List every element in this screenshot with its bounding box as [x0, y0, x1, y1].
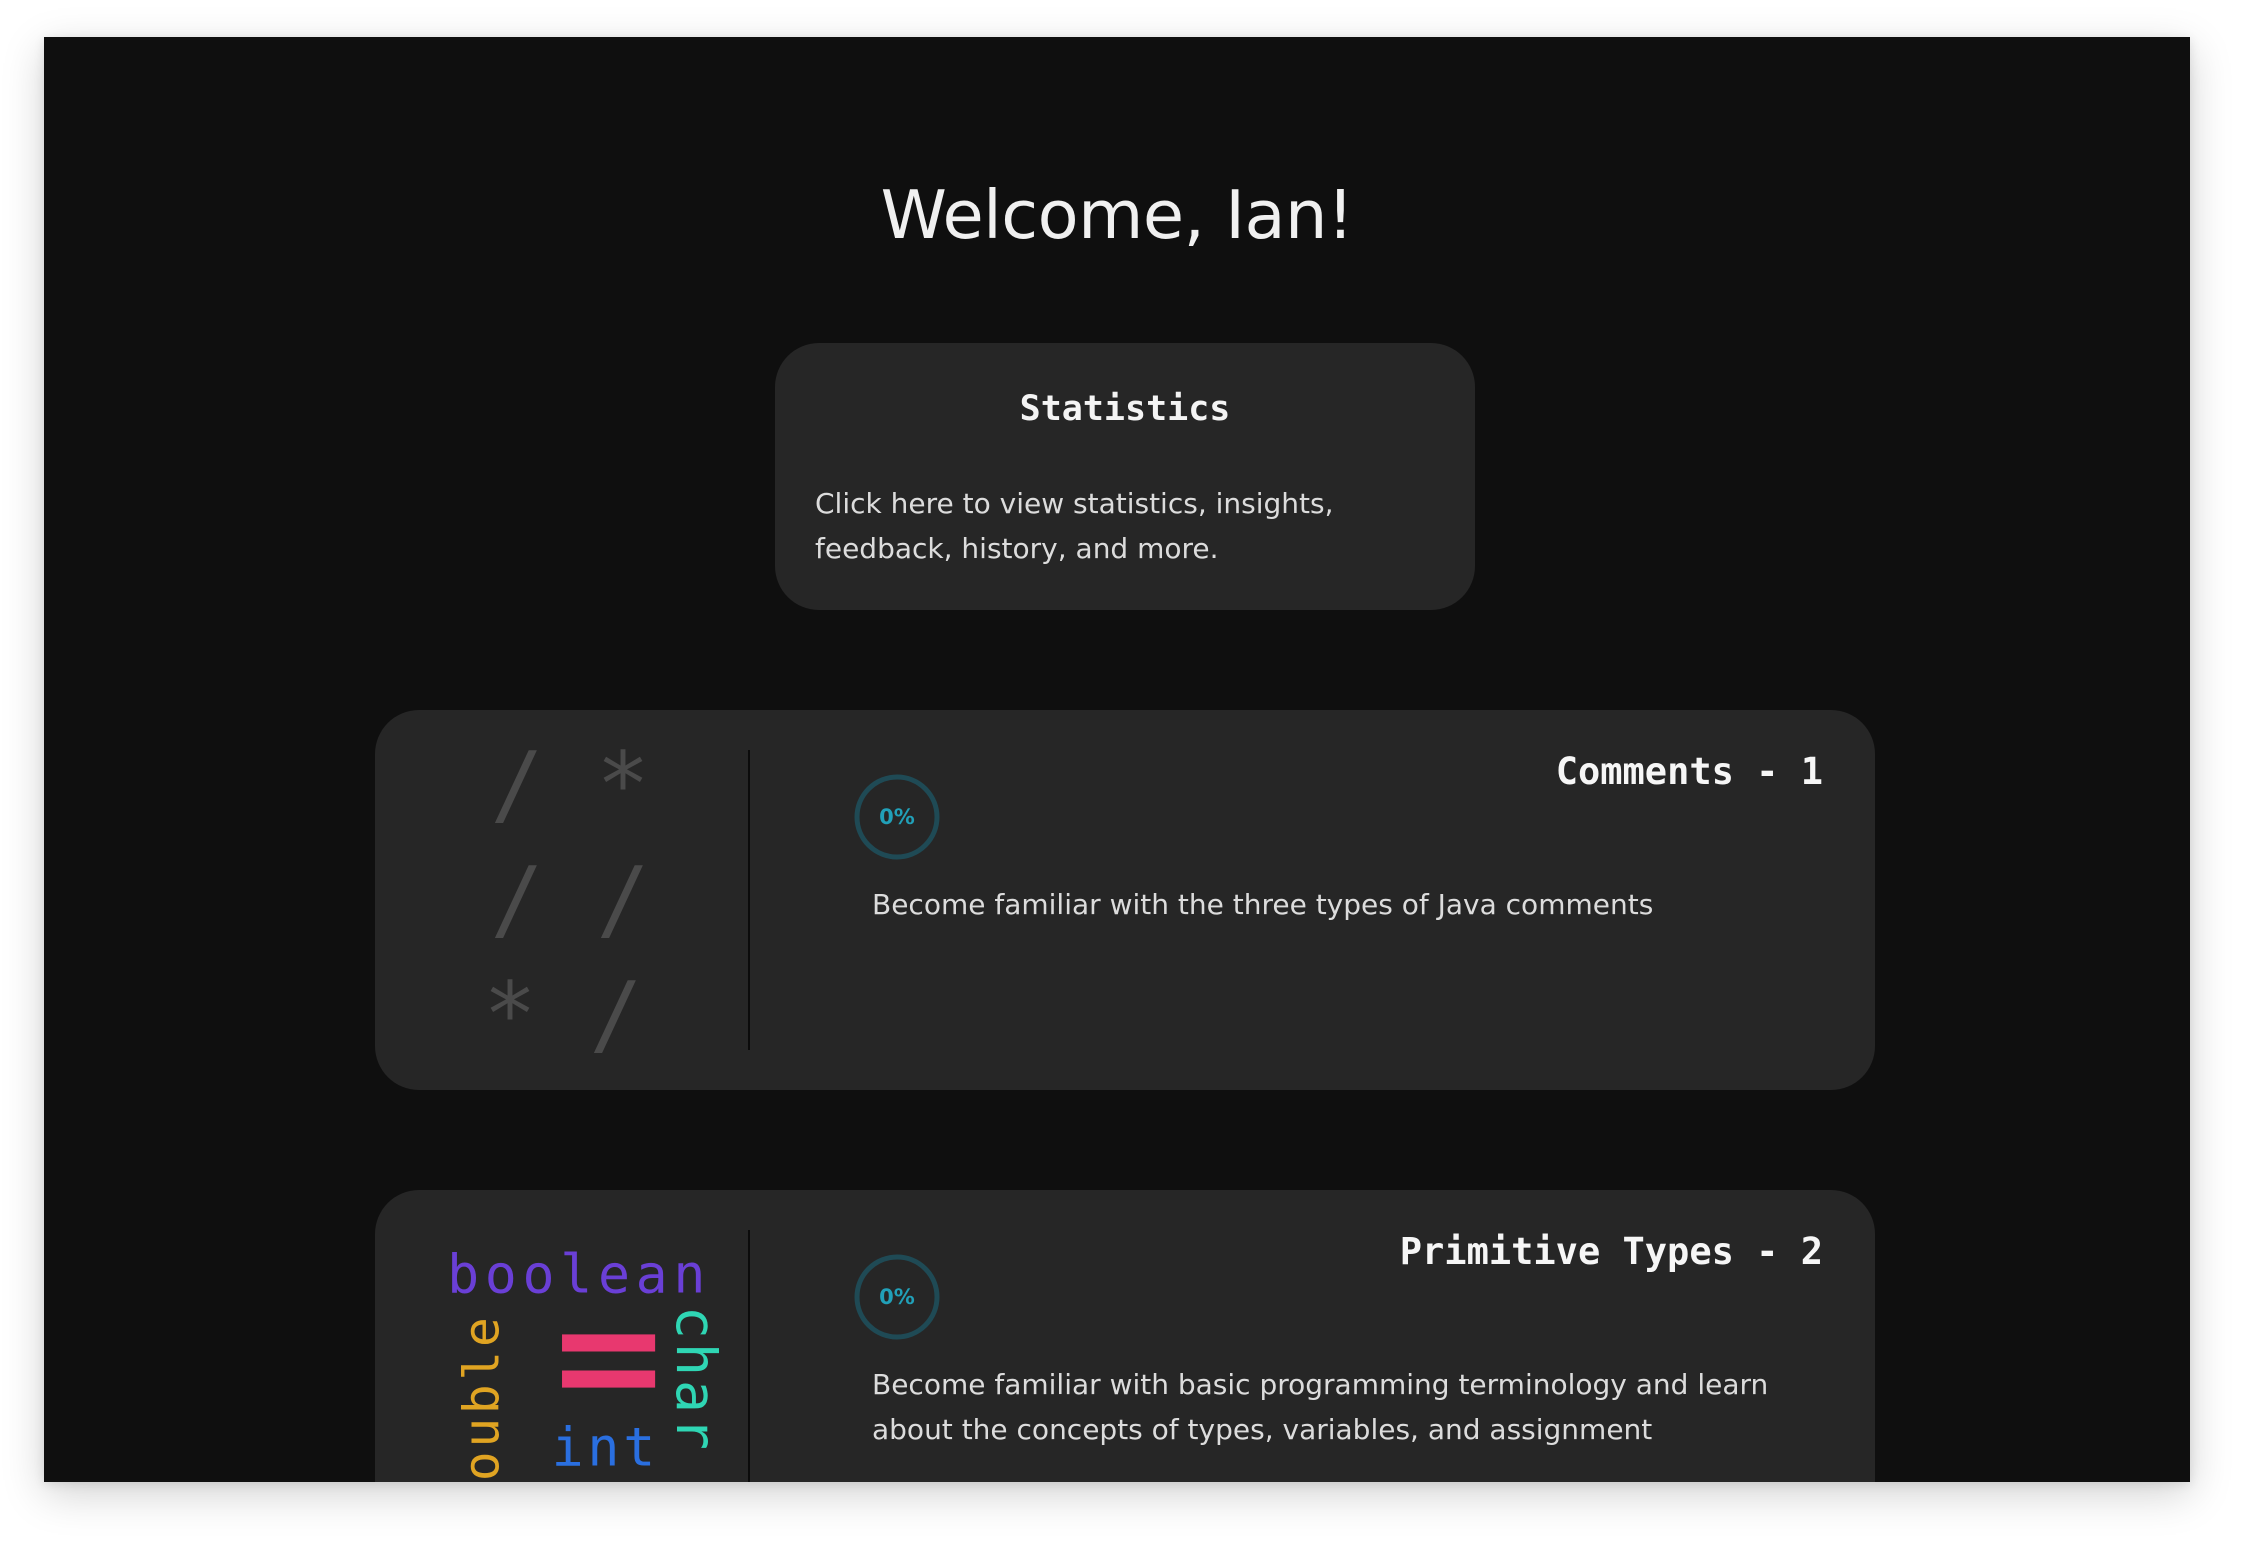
- comments-art-line-3: * /: [484, 963, 643, 1066]
- art-word-double: double: [452, 1314, 510, 1483]
- progress-percent: 0%: [879, 1285, 915, 1309]
- statistics-description: Click here to view statistics, insights,…: [815, 487, 1334, 565]
- comments-art-line-2: / /: [491, 848, 650, 951]
- lesson-card-primitive-types[interactable]: boolean double char int 0% Primitive Typ…: [375, 1190, 1875, 1482]
- lesson-title: Primitive Types - 2: [1399, 1230, 1823, 1273]
- art-word-boolean: boolean: [447, 1244, 711, 1306]
- lesson-description: Become familiar with basic programming t…: [872, 1368, 1769, 1446]
- art-equals-top: [562, 1334, 656, 1352]
- progress-percent: 0%: [879, 805, 915, 829]
- art-equals-bottom: [562, 1370, 656, 1388]
- lesson-card-comments[interactable]: / * / / * / 0% Comments - 1 Become famil…: [375, 710, 1875, 1090]
- statistics-card[interactable]: Statistics Click here to view statistics…: [775, 343, 1475, 610]
- lesson-title: Comments - 1: [1555, 750, 1823, 793]
- comments-art-line-1: / *: [491, 733, 650, 836]
- primitive-types-art: boolean double char int: [447, 1244, 728, 1483]
- lesson-description: Become familiar with the three types of …: [872, 888, 1654, 921]
- welcome-heading: Welcome, Ian!: [880, 176, 1354, 254]
- app-window: Welcome, Ian! Statistics Click here to v…: [44, 37, 2190, 1482]
- lesson-divider: [748, 750, 750, 1050]
- art-word-int: int: [552, 1417, 659, 1479]
- art-word-char: char: [664, 1306, 728, 1454]
- statistics-title: Statistics: [1019, 389, 1231, 429]
- comments-art: / * / / * /: [484, 733, 650, 1066]
- lesson-divider: [748, 1230, 750, 1482]
